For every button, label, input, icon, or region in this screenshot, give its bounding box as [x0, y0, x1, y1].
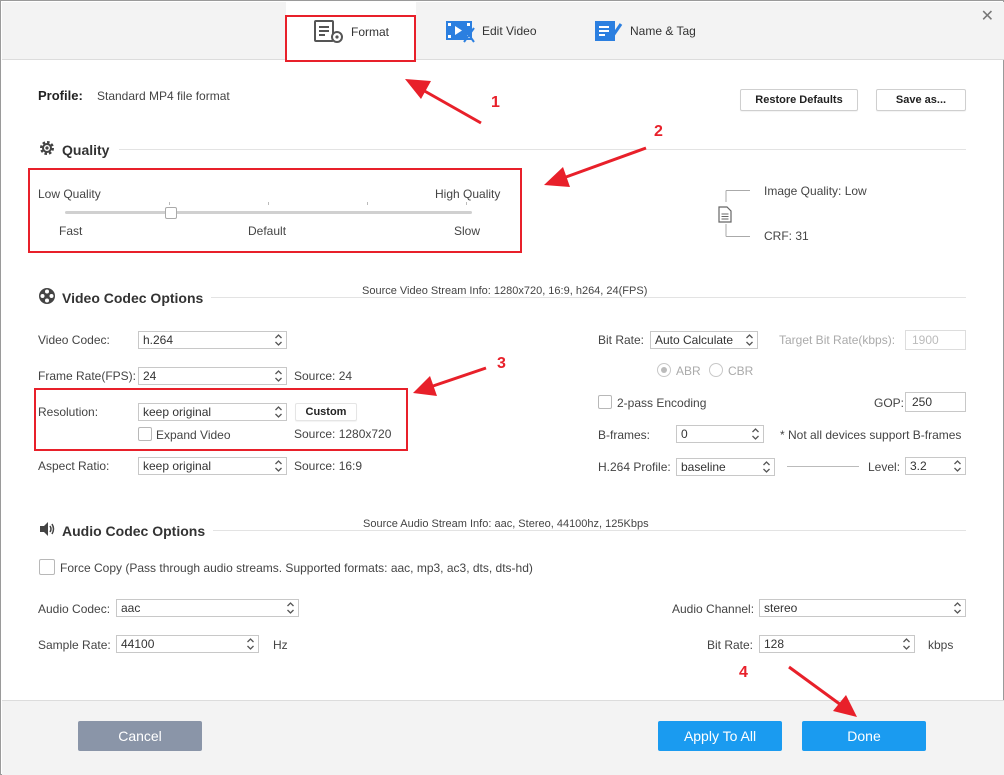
annotation-arrow-2 — [565, 146, 647, 179]
annotation-arrow-3 — [432, 366, 487, 388]
annotation-number-1: 1 — [491, 94, 500, 111]
annotation-arrows — [405, 79, 857, 717]
settings-dialog: Format Edit Video Name & Tag ✕ Profile: … — [0, 0, 1004, 775]
annotation-number-3: 3 — [497, 355, 506, 372]
annotation-arrowhead-4 — [833, 695, 857, 717]
annotation-number-4: 4 — [739, 664, 748, 681]
annotation-number-2: 2 — [654, 123, 663, 140]
annotation-arrowhead-3 — [413, 376, 437, 396]
annotation-arrowhead-2 — [544, 167, 570, 187]
annotation-arrowhead-1 — [405, 79, 431, 99]
annotation-arrow-1 — [420, 87, 482, 125]
annotation-arrow-4 — [788, 665, 842, 707]
